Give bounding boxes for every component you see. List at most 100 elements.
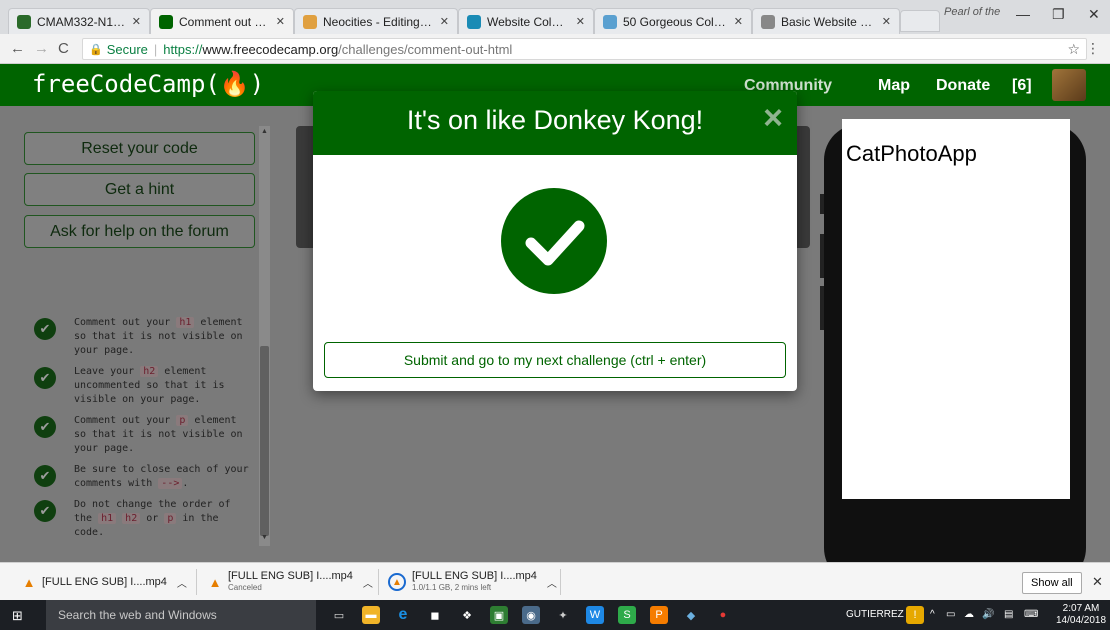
app-icon[interactable]: ✦ [554,606,572,624]
browser-tab[interactable]: 50 Gorgeous Color Sc ✕ [594,8,752,34]
close-window-icon[interactable]: ✕ [1088,6,1100,23]
minimize-icon[interactable]: — [1016,6,1030,22]
battery-icon[interactable]: ▭ [946,609,955,620]
download-item[interactable]: ▲ [FULL ENG SUB] I....mp4 Canceled ︿ [208,569,373,595]
fcc-logo[interactable]: freeCodeCamp(🔥) [32,70,264,98]
notification-app-icon[interactable]: ! [906,606,924,624]
browser-tab[interactable]: CMAM332-N1 1718-S ✕ [8,8,150,34]
document-icon [761,14,775,29]
download-item[interactable]: ▲ [FULL ENG SUB] I....mp4 1.0/1.1 GB, 2 … [388,569,557,595]
forward-icon[interactable]: → [34,40,49,57]
word-icon[interactable]: W [586,606,604,624]
check-circle-icon: ✔ [34,500,56,522]
tab-label: Comment out HTML | [179,14,270,29]
tab-close-icon[interactable]: ✕ [882,15,891,28]
app-icon[interactable]: ◉ [522,606,540,624]
download-name: [FULL ENG SUB] I....mp4 [228,570,353,582]
new-tab-button[interactable] [900,10,940,32]
taskbar-user[interactable]: GUTIERREZ [846,609,904,620]
check-circle-icon: ✔ [34,318,56,340]
file-explorer-icon[interactable]: ▬ [362,606,380,624]
edge-icon[interactable]: e [394,606,412,624]
code-tag: h2 [140,366,159,377]
presentation-icon[interactable]: P [650,606,668,624]
notifications-icon[interactable]: ▤ [1004,609,1013,620]
profile-name[interactable]: Pearl of the [944,6,1000,18]
bookmark-star-icon[interactable]: ☆ [1067,41,1080,58]
nav-points[interactable]: [6] [1012,77,1032,95]
code-tag: --> [158,478,183,489]
test-item: ✔ Do not change the order of the h1 h2 or… [34,498,254,540]
keyboard-icon[interactable]: ⌨ [1024,609,1038,620]
browser-tab[interactable]: Neocities - Editing ind ✕ [294,8,458,34]
download-status: 1.0/1.1 GB, 2 mins left [412,583,492,592]
show-hidden-icons[interactable]: ^ [930,609,935,620]
scroll-up-icon[interactable]: ▲ [261,128,268,135]
reset-code-button[interactable]: Reset your code [24,132,255,165]
chrome-icon[interactable]: ● [714,606,732,624]
reload-icon[interactable]: C [58,40,69,57]
url-input[interactable]: 🔒 Secure | https://www.freecodecamp.org /… [82,38,1087,60]
check-circle-icon: ✔ [34,416,56,438]
tab-close-icon[interactable]: ✕ [576,15,585,28]
test-text: Comment out your p element so that it is… [74,414,254,456]
test-text: Comment out your h1 element so that it i… [74,316,254,358]
ask-forum-button[interactable]: Ask for help on the forum [24,215,255,248]
menu-kebab-icon[interactable]: ⋮ [1086,40,1100,57]
download-name: [FULL ENG SUB] I....mp4 [42,576,167,588]
submit-next-challenge-button[interactable]: Submit and go to my next challenge (ctrl… [324,342,786,378]
test-item: ✔ Comment out your p element so that it i… [34,414,254,456]
downloads-bar: ▲ [FULL ENG SUB] I....mp4 ︿ ▲ [FULL ENG … [0,562,1110,600]
download-item[interactable]: ▲ [FULL ENG SUB] I....mp4 ︿ [22,569,187,595]
scroll-down-icon[interactable]: ▼ [261,534,268,541]
instructions-scrollbar-thumb[interactable] [260,346,269,536]
avatar[interactable] [1052,69,1086,101]
vlc-icon: ▲ [208,574,222,590]
checkmark-icon [501,188,607,294]
chevron-up-icon[interactable]: ︿ [177,575,187,590]
tab-label: Website Color Scheme [487,14,570,29]
browser-tab[interactable]: Basic Website Require ✕ [752,8,900,34]
chevron-up-icon[interactable]: ︿ [547,575,557,590]
tab-close-icon[interactable]: ✕ [440,15,449,28]
close-icon[interactable]: × [763,101,783,135]
browser-tab[interactable]: Comment out HTML | ✕ [150,8,294,34]
windows-start-icon[interactable]: ⊞ [12,608,23,624]
app-icon[interactable]: ▣ [490,606,508,624]
test-item: ✔ Comment out your h1 element so that it … [34,316,254,358]
taskbar-clock[interactable]: 2:07 AM 14/04/2018 [1056,603,1106,627]
back-icon[interactable]: ← [10,40,25,57]
chrome-icon [467,14,481,29]
tab-close-icon[interactable]: ✕ [276,15,285,28]
test-text-segment: Comment out your [74,415,177,426]
show-all-downloads-button[interactable]: Show all [1022,572,1082,594]
task-view-icon[interactable]: ▭ [330,606,348,624]
close-downloads-icon[interactable]: ✕ [1092,574,1103,590]
nav-donate[interactable]: Donate [936,77,990,95]
tab-close-icon[interactable]: ✕ [132,15,141,28]
tab-label: Basic Website Require [781,14,876,29]
dropbox-icon[interactable]: ❖ [458,606,476,624]
clock-date: 14/04/2018 [1056,615,1107,626]
volume-icon[interactable]: 🔊 [982,609,994,620]
get-hint-button[interactable]: Get a hint [24,173,255,206]
taskbar-search-input[interactable]: Search the web and Windows [46,600,316,630]
modal-header: It's on like Donkey Kong! × [313,91,797,155]
restore-icon[interactable]: ❐ [1052,6,1065,23]
divider [378,569,379,595]
app-icon[interactable]: ◆ [682,606,700,624]
spreadsheet-icon[interactable]: S [618,606,636,624]
url-path: /challenges/comment-out-html [338,41,513,57]
tab-close-icon[interactable]: ✕ [734,15,743,28]
cloud-icon[interactable]: ☁ [964,609,974,620]
modal-title: It's on like Donkey Kong! [406,105,704,135]
blackboard-icon [17,14,31,29]
instructions-pane: Reset your code Get a hint Ask for help … [0,106,270,562]
chevron-up-icon[interactable]: ︿ [363,575,373,590]
store-icon[interactable]: ◼ [426,606,444,624]
test-list: ✔ Comment out your h1 element so that it … [34,316,254,547]
success-modal: It's on like Donkey Kong! × Submit and g… [313,91,797,391]
test-text-segment: Comment out your [74,317,177,328]
nav-map[interactable]: Map [878,77,910,95]
browser-tab[interactable]: Website Color Scheme ✕ [458,8,594,34]
